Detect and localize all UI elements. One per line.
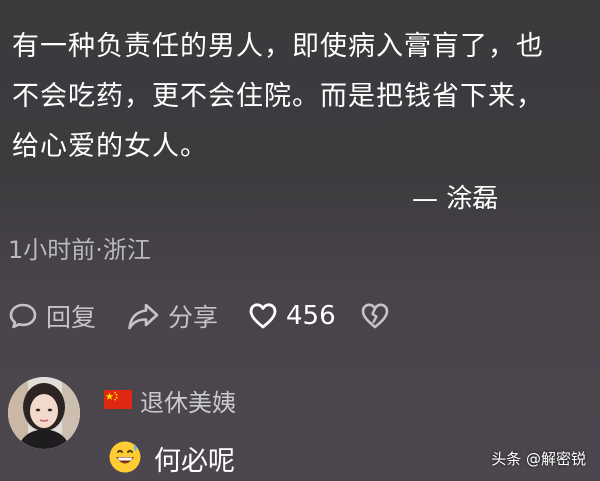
post-timestamp-location: 1小时前·浙江: [8, 236, 151, 264]
dislike-button[interactable]: [360, 296, 390, 336]
broken-heart-icon: [360, 301, 390, 331]
avatar[interactable]: [8, 377, 80, 449]
share-button[interactable]: 分享: [126, 296, 218, 336]
china-flag-icon: [104, 390, 132, 409]
post-text: 有一种负责任的男人，即使病入膏肓了，也 不会吃药，更不会住院。而是把钱省下来， …: [12, 22, 582, 172]
watermark: 头条 @解密锐: [491, 448, 586, 469]
post-text-line: 给心爱的女人。: [12, 131, 208, 162]
post-text-line: 有一种负责任的男人，即使病入膏肓了，也: [12, 31, 544, 62]
grinning-sweat-emoji-icon: [108, 440, 142, 478]
post-text-line: 不会吃药，更不会住院。而是把钱省下来，: [12, 81, 544, 112]
comment-username[interactable]: 退休美姨: [140, 383, 236, 418]
reply-label: 回复: [46, 303, 97, 332]
heart-icon: [248, 301, 278, 331]
reply-icon: [8, 301, 38, 331]
like-count: 456: [286, 301, 336, 331]
comment-content: 何必呢: [108, 439, 235, 478]
post-author: — 涂磊: [412, 184, 499, 214]
action-bar: 回复 分享 456: [8, 296, 408, 336]
share-label: 分享: [168, 303, 219, 332]
like-button[interactable]: 456: [248, 296, 336, 336]
reply-button[interactable]: 回复: [8, 296, 96, 336]
comment-text: 何必呢: [154, 446, 235, 477]
share-icon: [126, 301, 160, 331]
post-body: 有一种负责任的男人，即使病入膏肓了，也 不会吃药，更不会住院。而是把钱省下来， …: [12, 22, 582, 172]
watermark-text: 头条 @解密锐: [491, 450, 586, 468]
